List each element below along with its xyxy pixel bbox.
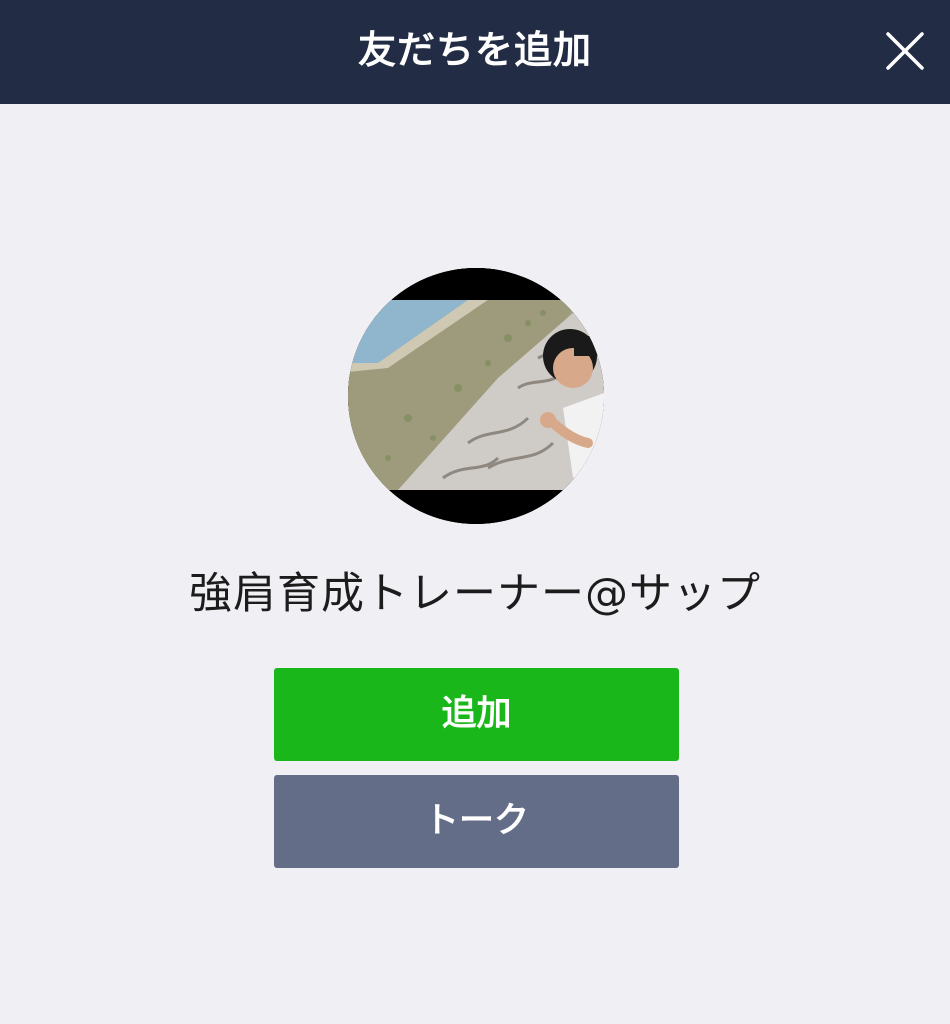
talk-button[interactable]: トーク <box>274 775 679 868</box>
header-bar: 友だちを追加 <box>0 0 950 104</box>
profile-avatar[interactable] <box>348 268 604 524</box>
profile-name: 強肩育成トレーナー@サップ <box>189 569 761 619</box>
close-icon <box>886 32 924 70</box>
avatar-photo <box>348 268 604 524</box>
header-title: 友だちを追加 <box>357 28 592 72</box>
add-friend-button[interactable]: 追加 <box>274 668 679 761</box>
close-button[interactable] <box>876 22 934 80</box>
